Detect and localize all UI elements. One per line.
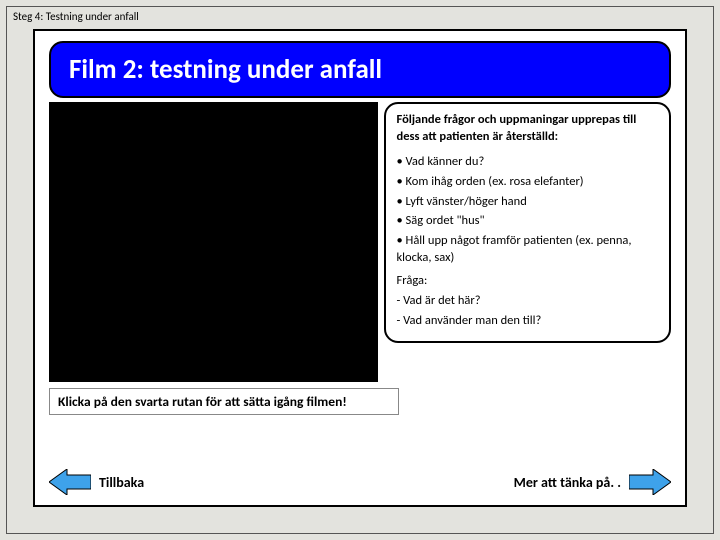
instruction-panel: Följande frågor och uppmaningar upprepas… — [384, 102, 671, 343]
video-column — [49, 102, 378, 382]
text-column: Följande frågor och uppmaningar upprepas… — [384, 102, 671, 382]
instruction-intro: Följande frågor och uppmaningar upprepas… — [396, 112, 659, 146]
content-frame: Film 2: testning under anfall Följande f… — [33, 29, 687, 507]
bullet-item: • Vad känner du? — [396, 154, 659, 171]
forward-label: Mer att tänka på. . — [514, 474, 621, 491]
bullet-item: • Håll upp något framför patienten (ex. … — [396, 233, 659, 267]
back-label: Tillbaka — [99, 474, 144, 491]
content-row: Följande frågor och uppmaningar upprepas… — [49, 102, 671, 382]
bullet-item: • Kom ihåg orden (ex. rosa elefanter) — [396, 174, 659, 191]
ask-line: - Vad är det här? — [396, 293, 659, 310]
video-caption: Klicka på den svarta rutan för att sätta… — [49, 388, 399, 415]
arrow-left-icon — [49, 469, 91, 495]
title-bar: Film 2: testning under anfall — [49, 41, 671, 98]
page-title: Film 2: testning under anfall — [69, 53, 651, 86]
back-button[interactable]: Tillbaka — [49, 469, 144, 495]
bullet-item: • Säg ordet "hus" — [396, 213, 659, 230]
ask-label: Fråga: — [396, 273, 659, 290]
ask-line: - Vad använder man den till? — [396, 313, 659, 330]
nav-row: Tillbaka Mer att tänka på. . — [49, 469, 671, 495]
video-placeholder[interactable] — [49, 102, 378, 382]
forward-button[interactable]: Mer att tänka på. . — [514, 469, 671, 495]
arrow-right-icon — [629, 469, 671, 495]
slide-frame: Steg 4: Testning under anfall Film 2: te… — [6, 6, 714, 534]
bullet-item: • Lyft vänster/höger hand — [396, 194, 659, 211]
step-label: Steg 4: Testning under anfall — [7, 7, 713, 26]
